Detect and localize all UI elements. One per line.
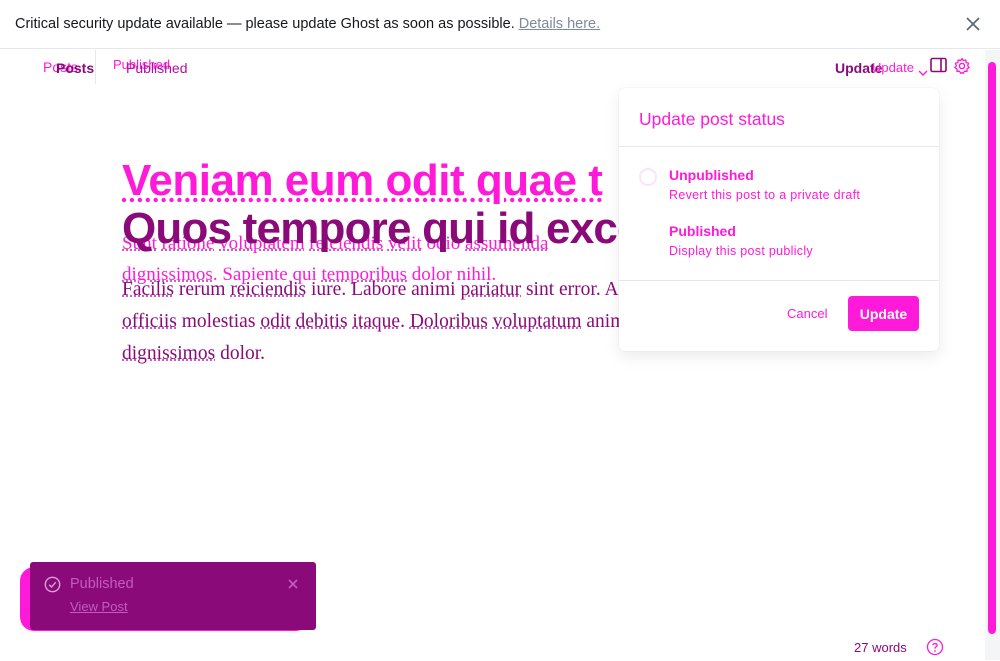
- update-status-dropdown: Update post status Unpublished Revert th…: [619, 88, 939, 351]
- text-run: rerum: [174, 279, 230, 300]
- spellcheck-word: officiis: [122, 311, 177, 332]
- text-run: .: [400, 311, 410, 332]
- banner-details-link[interactable]: Details here.: [519, 16, 600, 32]
- security-update-banner: Critical security update available — ple…: [0, 0, 1000, 49]
- post-title-ghost: Veniam eum odit quae t: [122, 156, 602, 206]
- view-post-link[interactable]: View Post: [70, 599, 128, 614]
- divider: [619, 280, 939, 281]
- word-count: 27 words: [854, 640, 907, 655]
- editor-header: Posts Posts Published Published Update U…: [0, 50, 985, 86]
- text-run: dolor.: [215, 343, 265, 364]
- text-run: sint error. A: [521, 279, 622, 300]
- banner-message: Critical security update available — ple…: [15, 16, 515, 32]
- toast-title: Published: [70, 576, 134, 592]
- spellcheck-word: Doloribus: [410, 311, 488, 332]
- close-icon[interactable]: [288, 576, 298, 594]
- scrollbar-thumb[interactable]: [988, 62, 996, 634]
- update-button[interactable]: Update: [848, 296, 919, 331]
- option-unpublished-description: Revert this post to a private draft: [669, 188, 860, 202]
- breadcrumb-posts-link[interactable]: Posts: [56, 60, 94, 76]
- option-unpublished[interactable]: Unpublished: [669, 167, 754, 183]
- text-run: molestias: [177, 311, 260, 332]
- spellcheck-word: Facilis: [122, 279, 174, 300]
- option-published[interactable]: Published: [669, 223, 736, 239]
- update-button-ghost: Update: [872, 60, 914, 75]
- spellcheck-word: itaque: [352, 311, 400, 332]
- published-toast: Published View Post: [30, 562, 316, 630]
- text-run: iure. Labore animi: [306, 279, 460, 300]
- gear-icon[interactable]: [953, 57, 971, 80]
- unpublished-radio[interactable]: [639, 168, 657, 186]
- spellcheck-word: debitis: [296, 311, 348, 332]
- help-circle-icon[interactable]: [926, 638, 944, 661]
- spellcheck-word: odit: [260, 311, 290, 332]
- check-circle-icon: [44, 576, 61, 598]
- breadcrumb-divider: [95, 50, 96, 84]
- sidebar-panel-icon[interactable]: [930, 57, 947, 79]
- cancel-button[interactable]: Cancel: [787, 306, 827, 321]
- option-published-description: Display this post publicly: [669, 244, 813, 258]
- divider: [619, 146, 939, 147]
- spellcheck-word: dignissimos: [122, 343, 215, 364]
- spellcheck-word: reiciendis: [230, 279, 306, 300]
- spellcheck-word: voluptatum: [493, 311, 582, 332]
- spellcheck-word: pariatur: [460, 279, 521, 300]
- editor-scrollbar[interactable]: [985, 50, 1000, 660]
- chevron-down-icon[interactable]: [918, 64, 928, 82]
- close-icon[interactable]: [964, 15, 982, 33]
- post-status-label: Published: [126, 60, 188, 76]
- dropdown-title: Update post status: [639, 109, 785, 130]
